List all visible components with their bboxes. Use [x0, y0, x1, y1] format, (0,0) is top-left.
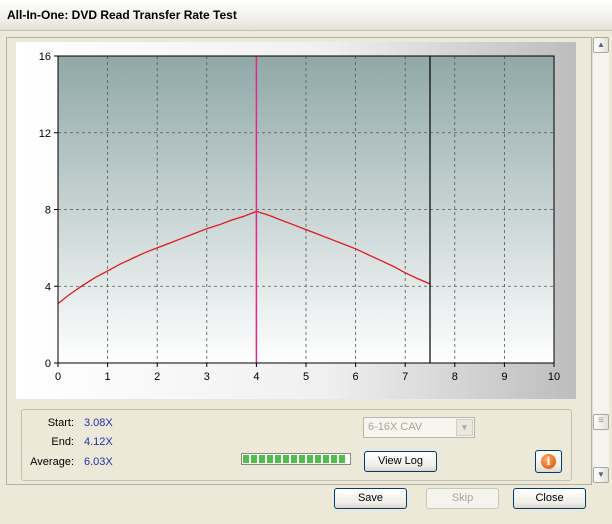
x-tick-label: 9 [501, 371, 507, 383]
average-value: 6.03X [84, 456, 113, 468]
x-tick-label: 7 [402, 371, 408, 383]
progress-segment [323, 455, 329, 463]
save-button[interactable]: Save [334, 488, 407, 509]
end-label: End: [51, 436, 74, 448]
x-tick-label: 8 [452, 371, 458, 383]
view-log-button[interactable]: View Log [364, 451, 437, 472]
x-tick-label: 2 [154, 371, 160, 383]
y-tick-label: 8 [45, 205, 51, 217]
progress-segment [307, 455, 313, 463]
vertical-scrollbar[interactable]: ▲ ≡ ▼ [592, 37, 609, 483]
close-button[interactable]: Close [513, 488, 586, 509]
chevron-down-icon[interactable]: ▼ [456, 419, 473, 436]
x-tick-label: 5 [303, 371, 309, 383]
transfer-rate-chart: 0 1 2 3 4 5 6 7 8 9 100481216 [39, 51, 560, 383]
progress-segment [331, 455, 337, 463]
progress-segment [283, 455, 289, 463]
progress-segment [315, 455, 321, 463]
start-label: Start: [47, 417, 74, 429]
average-label: Average: [30, 456, 74, 468]
scroll-thumb[interactable]: ≡ [593, 414, 609, 430]
progress-segment [291, 455, 297, 463]
y-tick-label: 4 [45, 281, 51, 293]
y-tick-label: 0 [45, 358, 51, 370]
info-icon: i [541, 454, 556, 469]
y-tick-label: 16 [39, 51, 51, 63]
progress-segment [267, 455, 273, 463]
content-panel: 0 1 2 3 4 5 6 7 8 9 10 0 4 8 12 16 Start: 3.08X End: 4.… [6, 37, 592, 485]
speed-mode-value: 6-16X CAV [368, 421, 423, 433]
progress-segment [275, 455, 281, 463]
x-tick-label: 0 [55, 371, 61, 383]
x-tick-label: 3 [204, 371, 210, 383]
progress-segment [243, 455, 249, 463]
scroll-up-icon[interactable]: ▲ [593, 37, 609, 53]
chart-panel: 0 1 2 3 4 5 6 7 8 9 10 0 4 8 12 16 [16, 42, 576, 399]
skip-button[interactable]: Skip [426, 488, 499, 509]
progress-segment [299, 455, 305, 463]
start-value: 3.08X [84, 417, 113, 429]
progress-bar [241, 453, 351, 465]
end-value: 4.12X [84, 436, 113, 448]
title-bar: All-In-One: DVD Read Transfer Rate Test [0, 0, 612, 31]
x-tick-label: 10 [548, 371, 560, 383]
x-tick-label: 1 [105, 371, 111, 383]
window-title: All-In-One: DVD Read Transfer Rate Test [7, 8, 237, 22]
progress-segment [251, 455, 257, 463]
x-tick-label: 4 [253, 371, 259, 383]
scroll-down-icon[interactable]: ▼ [593, 467, 609, 483]
y-tick-label: 12 [39, 128, 51, 140]
progress-segment [259, 455, 265, 463]
x-tick-label: 6 [353, 371, 359, 383]
progress-segment [339, 455, 345, 463]
speed-mode-select[interactable]: 6-16X CAV ▼ [363, 417, 475, 438]
info-button[interactable]: i [535, 450, 562, 473]
